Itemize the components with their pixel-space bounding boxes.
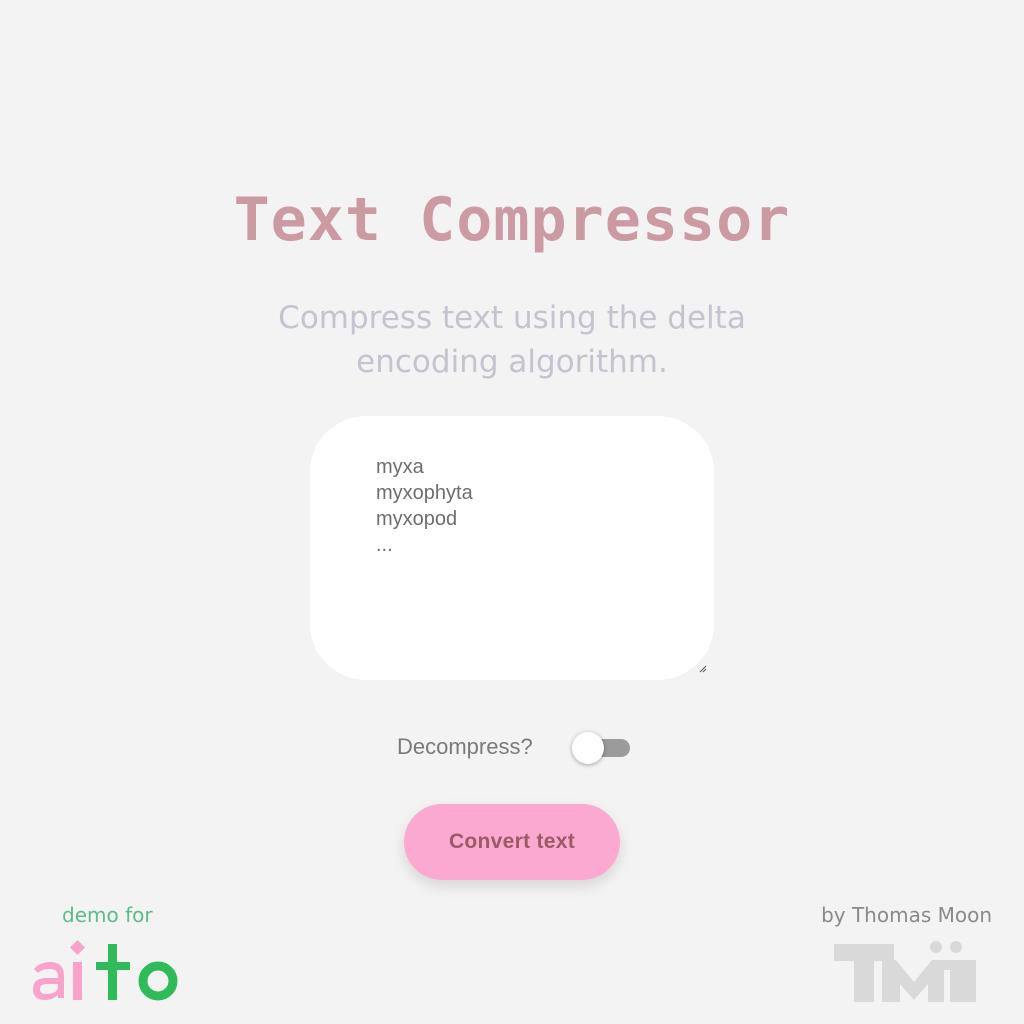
aito-logo[interactable] [30, 938, 190, 1004]
author-byline: by Thomas Moon [821, 903, 992, 927]
text-input[interactable] [376, 454, 684, 660]
toggle-knob [572, 732, 604, 764]
decompress-toggle[interactable] [572, 732, 632, 764]
page-title: Text Compressor [233, 185, 791, 255]
demo-for-label: demo for [62, 903, 153, 927]
resize-handle-icon[interactable] [698, 664, 708, 674]
author-logo[interactable] [832, 938, 980, 1004]
text-area-container [310, 416, 714, 680]
page-subtitle: Compress text using the delta encoding a… [278, 300, 746, 380]
decompress-label: Decompress? [397, 734, 533, 759]
convert-button[interactable]: Convert text [404, 804, 620, 880]
